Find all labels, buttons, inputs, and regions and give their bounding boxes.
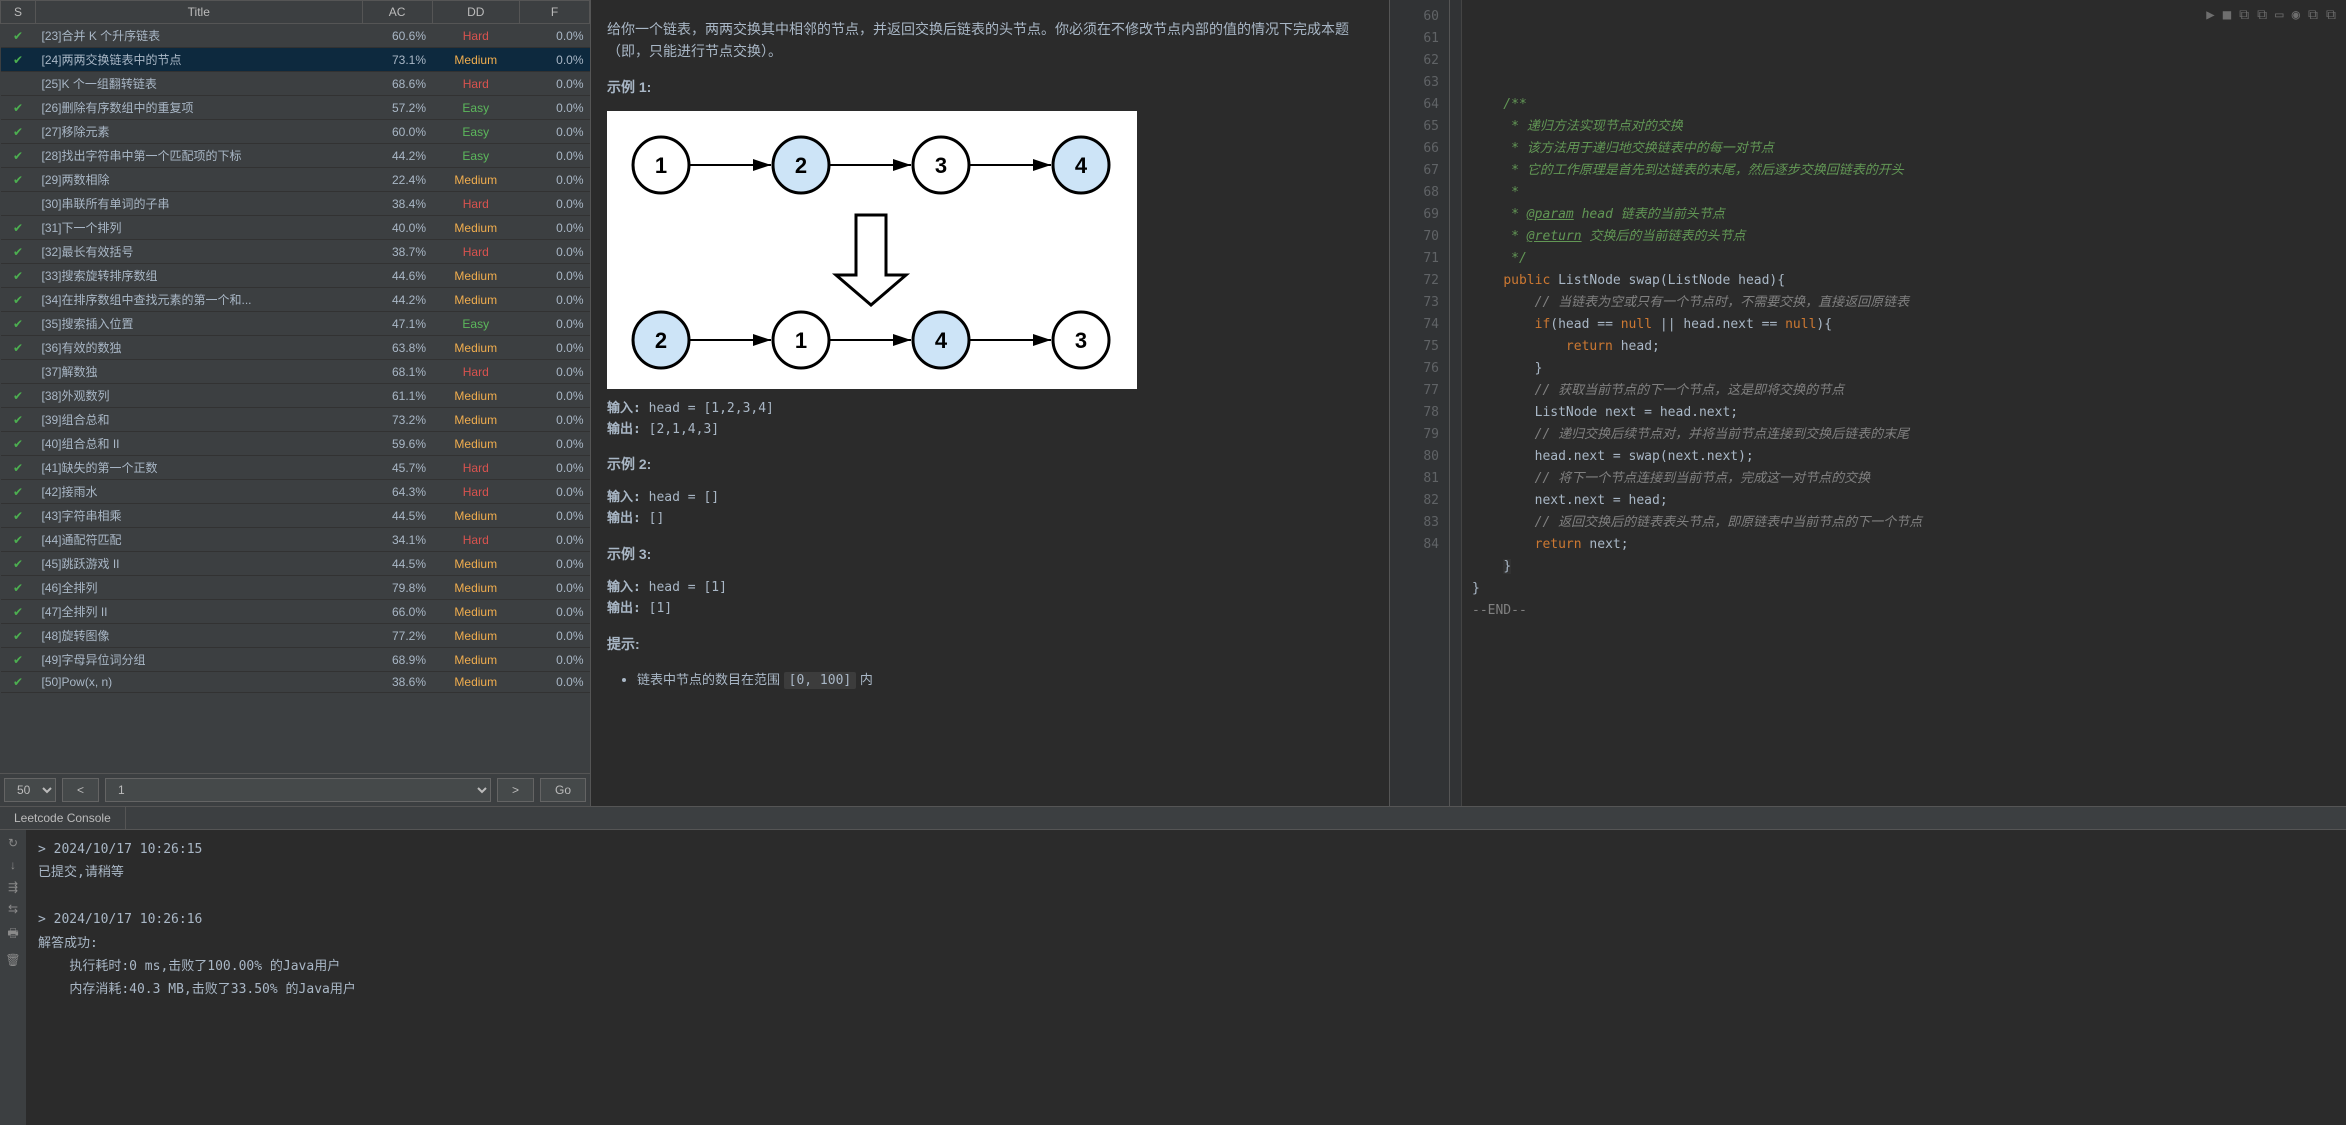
pagesize-select[interactable]: 50: [4, 778, 56, 802]
table-row[interactable]: ✔[23]合并 K 个升序链表60.6%Hard0.0%: [1, 24, 590, 48]
table-row[interactable]: ✔[40]组合总和 II59.6%Medium0.0%: [1, 432, 590, 456]
tool-icon[interactable]: ⧉: [2239, 4, 2249, 26]
next-button[interactable]: >: [497, 778, 534, 802]
col-dd[interactable]: DD: [432, 1, 519, 24]
col-title[interactable]: Title: [35, 1, 362, 24]
tool-icon[interactable]: ⧉: [2257, 4, 2267, 26]
problem-intro: 给你一个链表，两两交换其中相邻的节点，并返回交换后链表的头节点。你必须在不修改节…: [607, 18, 1373, 63]
table-row[interactable]: ✔[49]字母异位词分组68.9%Medium0.0%: [1, 648, 590, 672]
table-row[interactable]: ✔[28]找出字符串中第一个匹配项的下标44.2%Easy0.0%: [1, 144, 590, 168]
svg-text:4: 4: [1075, 153, 1088, 178]
editor-toolbar: ▶ ■ ⧉ ⧉ ▭ ◉ ⧉ ⧉: [2206, 4, 2336, 26]
console-output[interactable]: > 2024/10/17 10:26:15 已提交,请稍等 > 2024/10/…: [26, 830, 2346, 1125]
table-row[interactable]: ✔[27]移除元素60.0%Easy0.0%: [1, 120, 590, 144]
console-toolbar: ↻ ↓ ⇶ ⇆ 🖶 🗑: [0, 830, 26, 1125]
filter-icon[interactable]: ⇶: [8, 880, 18, 894]
table-row[interactable]: [30]串联所有单词的子串38.4%Hard0.0%: [1, 192, 590, 216]
example1-io: 输入: head = [1,2,3,4] 输出: [2,1,4,3]: [607, 399, 1373, 441]
description-panel: 给你一个链表，两两交换其中相邻的节点，并返回交换后链表的头节点。你必须在不修改节…: [590, 0, 1390, 806]
table-row[interactable]: ✔[36]有效的数独63.8%Medium0.0%: [1, 336, 590, 360]
table-row[interactable]: ✔[29]两数相除22.4%Medium0.0%: [1, 168, 590, 192]
table-row[interactable]: ✔[41]缺失的第一个正数45.7%Hard0.0%: [1, 456, 590, 480]
table-row[interactable]: ✔[35]搜索插入位置47.1%Easy0.0%: [1, 312, 590, 336]
stop-icon[interactable]: ↓: [10, 858, 16, 872]
svg-text:3: 3: [1075, 328, 1087, 353]
problem-table: S Title AC DD F ✔[23]合并 K 个升序链表60.6%Hard…: [0, 0, 590, 693]
console-tab[interactable]: Leetcode Console: [0, 807, 126, 829]
table-row[interactable]: ✔[34]在排序数组中查找元素的第一个和...44.2%Medium0.0%: [1, 288, 590, 312]
example2-io: 输入: head = [] 输出: []: [607, 488, 1373, 530]
wrap-icon[interactable]: ⇆: [8, 902, 18, 916]
table-row[interactable]: ✔[47]全排列 II66.0%Medium0.0%: [1, 600, 590, 624]
svg-text:3: 3: [935, 153, 947, 178]
print-icon[interactable]: 🖶: [7, 924, 18, 945]
table-row[interactable]: ✔[32]最长有效括号38.7%Hard0.0%: [1, 240, 590, 264]
col-s[interactable]: S: [1, 1, 36, 24]
stop-icon[interactable]: ■: [2223, 4, 2231, 26]
svg-text:4: 4: [935, 328, 948, 353]
table-row[interactable]: [37]解数独68.1%Hard0.0%: [1, 360, 590, 384]
svg-text:2: 2: [655, 328, 667, 353]
table-row[interactable]: ✔[45]跳跃游戏 II44.5%Medium0.0%: [1, 552, 590, 576]
table-row[interactable]: ✔[31]下一个排列40.0%Medium0.0%: [1, 216, 590, 240]
run-icon[interactable]: ▶: [2206, 4, 2214, 26]
col-ac[interactable]: AC: [362, 1, 432, 24]
pager: 50 < 1 > Go: [0, 773, 590, 806]
example3-title: 示例 3:: [607, 546, 651, 562]
table-row[interactable]: ✔[42]接雨水64.3%Hard0.0%: [1, 480, 590, 504]
trash-icon[interactable]: 🗑: [5, 953, 20, 967]
code-editor[interactable]: ▶ ■ ⧉ ⧉ ▭ ◉ ⧉ ⧉ /** * 递归方法实现节点对的交换 * 该方法…: [1462, 0, 2346, 806]
go-button[interactable]: Go: [540, 778, 586, 802]
tool-icon[interactable]: ⧉: [2326, 4, 2336, 26]
table-row[interactable]: ✔[39]组合总和73.2%Medium0.0%: [1, 408, 590, 432]
col-f[interactable]: F: [519, 1, 589, 24]
table-row[interactable]: ✔[50]Pow(x, n)38.6%Medium0.0%: [1, 672, 590, 693]
table-row[interactable]: ✔[48]旋转图像77.2%Medium0.0%: [1, 624, 590, 648]
table-row[interactable]: [25]K 个一组翻转链表68.6%Hard0.0%: [1, 72, 590, 96]
example1-title: 示例 1:: [607, 79, 651, 95]
table-row[interactable]: ✔[33]搜索旋转排序数组44.6%Medium0.0%: [1, 264, 590, 288]
table-row[interactable]: ✔[26]删除有序数组中的重复项57.2%Easy0.0%: [1, 96, 590, 120]
example1-diagram: 1 2 3 4 2 1 4 3: [607, 111, 1137, 389]
table-row[interactable]: ✔[46]全排列79.8%Medium0.0%: [1, 576, 590, 600]
pin-icon[interactable]: ◉: [2292, 4, 2300, 26]
tool-icon[interactable]: ⧉: [2308, 4, 2318, 26]
svg-text:1: 1: [655, 153, 667, 178]
hint-item: 链表中节点的数目在范围 [0, 100] 内: [637, 668, 1373, 692]
table-row[interactable]: ✔[24]两两交换链表中的节点73.1%Medium0.0%: [1, 48, 590, 72]
svg-text:2: 2: [795, 153, 807, 178]
table-row[interactable]: ✔[38]外观数列61.1%Medium0.0%: [1, 384, 590, 408]
example3-io: 输入: head = [1] 输出: [1]: [607, 578, 1373, 620]
prev-button[interactable]: <: [62, 778, 99, 802]
example2-title: 示例 2:: [607, 456, 651, 472]
chat-icon[interactable]: ▭: [2275, 4, 2283, 26]
line-gutter: 6061626364656667686970717273747576777879…: [1390, 0, 1450, 806]
rerun-icon[interactable]: ↻: [8, 836, 18, 850]
table-row[interactable]: ✔[44]通配符匹配34.1%Hard0.0%: [1, 528, 590, 552]
page-select[interactable]: 1: [105, 778, 491, 802]
fold-gutter: [1450, 0, 1462, 806]
bottom-panel: Leetcode Console ↻ ↓ ⇶ ⇆ 🖶 🗑 > 2024/10/1…: [0, 806, 2346, 1125]
problem-list-panel: S Title AC DD F ✔[23]合并 K 个升序链表60.6%Hard…: [0, 0, 590, 806]
editor-panel: 6061626364656667686970717273747576777879…: [1390, 0, 2346, 806]
hints-title: 提示:: [607, 636, 640, 652]
svg-text:1: 1: [795, 328, 807, 353]
table-row[interactable]: ✔[43]字符串相乘44.5%Medium0.0%: [1, 504, 590, 528]
